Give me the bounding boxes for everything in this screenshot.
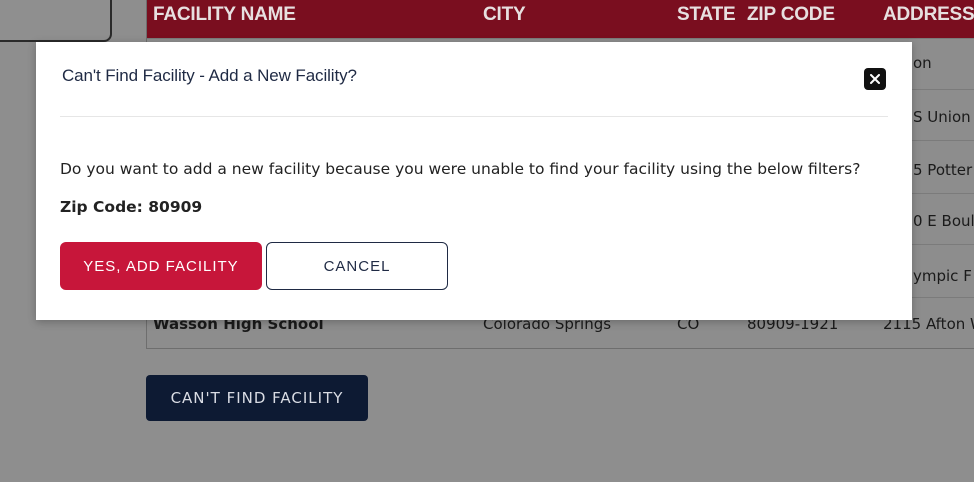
cant-find-facility-button[interactable]: CAN'T FIND FACILITY (146, 375, 368, 421)
column-facility-name: FACILITY NAME (153, 4, 296, 25)
column-city: CITY (483, 4, 526, 25)
column-address: ADDRESS (883, 4, 974, 25)
column-state: STATE (677, 4, 736, 25)
zip-code-filter: Zip Code: 80909 (60, 198, 203, 216)
cancel-button[interactable]: CANCEL (266, 242, 448, 290)
filter-box[interactable] (0, 0, 112, 42)
address-cell: on (913, 54, 932, 72)
add-facility-modal: Can't Find Facility - Add a New Facility… (36, 42, 912, 320)
address-cell: 5 Potter (913, 161, 973, 179)
address-cell: S Union (913, 108, 971, 126)
close-icon (870, 74, 880, 84)
address-cell: 0 E Boul (913, 212, 974, 230)
modal-title: Can't Find Facility - Add a New Facility… (62, 66, 357, 85)
modal-divider (60, 116, 888, 117)
table-header: FACILITY NAME CITY STATE ZIP CODE ADDRES… (147, 0, 974, 38)
close-button[interactable] (864, 68, 886, 90)
column-zip-code: ZIP CODE (747, 4, 835, 25)
modal-question: Do you want to add a new facility becaus… (60, 160, 861, 178)
address-cell: ympic F (913, 267, 972, 285)
yes-add-facility-button[interactable]: YES, ADD FACILITY (60, 242, 262, 290)
